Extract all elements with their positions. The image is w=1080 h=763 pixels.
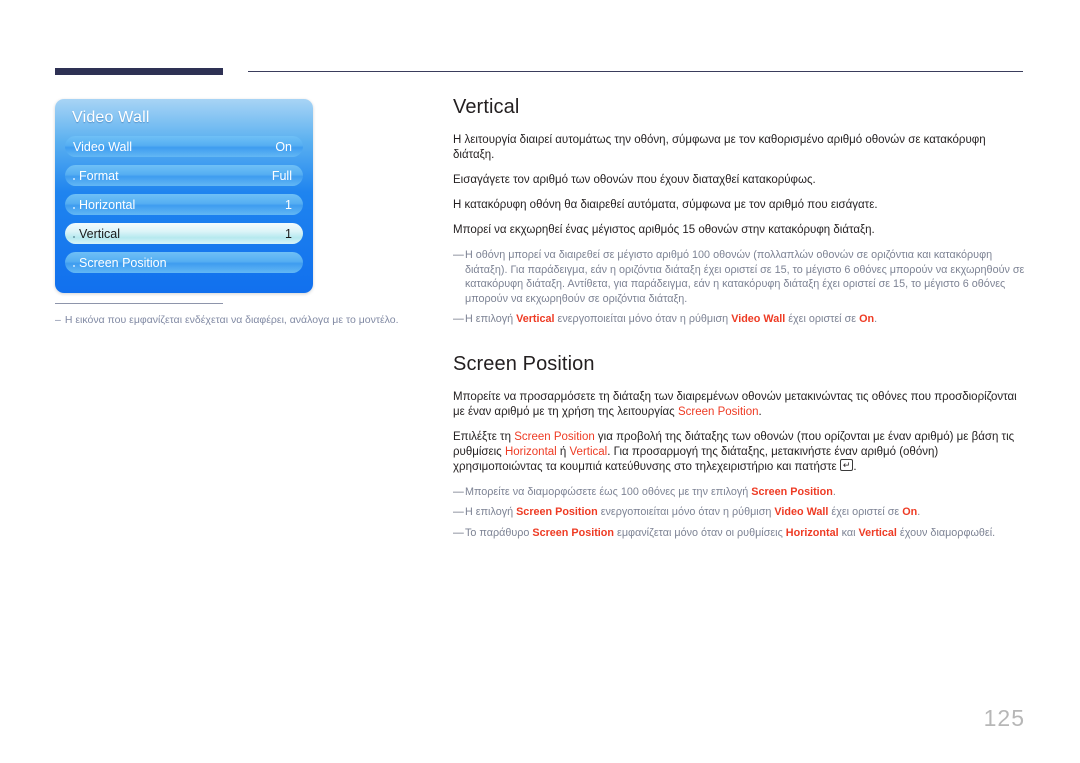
left-footnote-text: Η εικόνα που εμφανίζεται ενδέχεται να δι…	[64, 314, 399, 326]
page-number: 125	[983, 705, 1025, 731]
page-title-screen-position: Screen Position	[453, 352, 595, 375]
osd-row-list: Video Wall On Format Full Horizontal 1 V…	[55, 136, 313, 273]
header-rule-block	[55, 68, 223, 75]
header-rule-line	[248, 71, 1023, 72]
note-text-part: ενεργοποιείται μόνο όταν η ρύθμιση	[597, 506, 775, 518]
note-text-part: .	[874, 313, 878, 325]
vertical-note-2: ― Η επιλογή Vertical ενεργοποιείται μόνο…	[453, 312, 1025, 327]
highlight-term-screen-position: Screen Position	[532, 526, 614, 539]
screen-position-note-1: ― Μπορείτε να διαμορφώσετε έως 100 οθόνε…	[453, 485, 1025, 500]
osd-row-label: Video Wall	[73, 139, 133, 154]
page-title-vertical: Vertical	[453, 96, 520, 118]
note-text-part: εμφανίζεται μόνο όταν οι ρυθμίσεις	[614, 526, 786, 539]
note-text-part: .	[832, 485, 836, 498]
screen-position-note-3: ― Το παράθυρο Screen Position εμφανίζετα…	[453, 526, 1025, 541]
osd-row-value: 1	[285, 197, 292, 212]
highlight-term-vertical: Vertical	[858, 526, 897, 539]
highlight-term-screen-position: Screen Position	[516, 506, 598, 518]
highlight-term-horizontal: Horizontal	[504, 445, 557, 458]
note-text-part: Μπορείτε να διαμορφώσετε έως 100 οθόνες …	[465, 485, 752, 498]
highlight-term-vertical: Vertical	[516, 313, 555, 325]
highlight-term-screen-position: Screen Position	[751, 485, 833, 498]
note-text-part: Η επιλογή	[465, 313, 517, 325]
note-text-part: έχει οριστεί σε	[828, 506, 903, 518]
highlight-term-on: On	[902, 506, 918, 518]
note-text-part: Το παράθυρο	[465, 526, 533, 539]
osd-row-value: On	[275, 139, 292, 154]
note-text-part: Η επιλογή	[465, 506, 517, 518]
screen-position-paragraph-1: Μπορείτε να προσαρμόσετε τη διάταξη των …	[453, 390, 1025, 420]
screen-position-note-2-text: Η επιλογή Screen Position ενεργοποιείται…	[465, 505, 1025, 520]
highlight-term-video-wall: Video Wall	[774, 506, 829, 518]
screen-position-paragraph-2: Επιλέξτε τη Screen Position για προβολή …	[453, 430, 1025, 475]
paragraph-part: .	[758, 405, 762, 418]
vertical-paragraph-3: Η κατακόρυφη οθόνη θα διαιρεθεί αυτόματα…	[453, 199, 878, 211]
osd-row-label: Screen Position	[79, 255, 167, 270]
osd-row-label-wrap: Video Wall	[73, 140, 132, 154]
osd-row-vertical[interactable]: Vertical 1	[65, 223, 303, 244]
bullet-dot-icon	[73, 206, 75, 209]
vertical-note-1-text: Η οθόνη μπορεί να διαιρεθεί σε μέγιστο α…	[465, 249, 1025, 305]
osd-row-label-wrap: Vertical	[73, 227, 120, 241]
paragraph-part: .	[853, 460, 857, 473]
bullet-dot-icon	[73, 177, 75, 180]
vertical-note-2-text: Η επιλογή Vertical ενεργοποιείται μόνο ό…	[465, 312, 1025, 327]
osd-row-label-wrap: Horizontal	[73, 198, 135, 212]
note-dash-marker: ―	[453, 485, 464, 498]
highlight-term-screen-position: Screen Position	[514, 430, 595, 443]
note-text-part: και	[838, 526, 859, 539]
osd-row-value: Full	[271, 168, 292, 183]
vertical-paragraph-1: Η λειτουργία διαιρεί αυτομάτως την οθόνη…	[453, 134, 986, 161]
bullet-dot-icon	[73, 235, 75, 238]
left-footnote: – Η εικόνα που εμφανίζεται ενδέχεται να …	[55, 313, 415, 327]
highlight-term-horizontal: Horizontal	[785, 526, 839, 539]
osd-row-label: Vertical	[79, 226, 120, 241]
left-note-divider	[55, 303, 223, 304]
note-dash-marker: –	[55, 314, 61, 326]
note-dash-marker: ―	[453, 249, 464, 261]
osd-row-screen-position[interactable]: Screen Position	[65, 252, 303, 273]
note-dash-marker: ―	[453, 506, 464, 518]
vertical-paragraph-4: Μπορεί να εκχωρηθεί ένας μέγιστος αριθμό…	[453, 224, 875, 236]
screen-position-note-2: ― Η επιλογή Screen Position ενεργοποιείτ…	[453, 505, 1025, 520]
note-text-part: έχουν διαμορφωθεί.	[896, 526, 996, 539]
bullet-dot-icon	[73, 264, 75, 267]
note-text-part: έχει οριστεί σε	[785, 313, 860, 325]
main-content: Vertical Η λειτουργία διαιρεί αυτομάτως …	[453, 96, 1025, 546]
highlight-term-vertical: Vertical	[569, 445, 608, 458]
osd-row-label-wrap: Screen Position	[73, 256, 167, 270]
osd-row-horizontal[interactable]: Horizontal 1	[65, 194, 303, 215]
highlight-term-on: On	[859, 313, 875, 325]
osd-row-value: 1	[285, 226, 292, 241]
osd-row-video-wall[interactable]: Video Wall On	[65, 136, 303, 157]
note-dash-marker: ―	[453, 313, 464, 325]
paragraph-part: ή	[556, 445, 570, 458]
screen-position-note-1-text: Μπορείτε να διαμορφώσετε έως 100 οθόνες …	[465, 485, 1025, 500]
osd-row-format[interactable]: Format Full	[65, 165, 303, 186]
highlight-term-screen-position: Screen Position	[677, 405, 759, 418]
vertical-note-1: ― Η οθόνη μπορεί να διαιρεθεί σε μέγιστο…	[453, 248, 1025, 306]
note-text-part: .	[917, 506, 921, 518]
note-dash-marker: ―	[453, 526, 464, 539]
osd-row-label: Horizontal	[79, 197, 136, 212]
osd-row-label-wrap: Format	[73, 169, 119, 183]
paragraph-part: Επιλέξτε τη	[453, 430, 515, 443]
osd-row-label: Format	[79, 168, 119, 183]
enter-key-icon: ↵	[839, 459, 854, 472]
osd-panel-title: Video Wall	[72, 109, 150, 126]
note-text-part: ενεργοποιείται μόνο όταν η ρύθμιση	[554, 313, 732, 325]
video-wall-osd-panel: Video Wall Video Wall On Format Full Hor…	[55, 99, 313, 293]
highlight-term-video-wall: Video Wall	[731, 313, 786, 325]
screen-position-note-3-text: Το παράθυρο Screen Position εμφανίζεται …	[465, 526, 1025, 541]
vertical-paragraph-2: Εισαγάγετε τον αριθμό των οθονών που έχο…	[453, 174, 816, 186]
